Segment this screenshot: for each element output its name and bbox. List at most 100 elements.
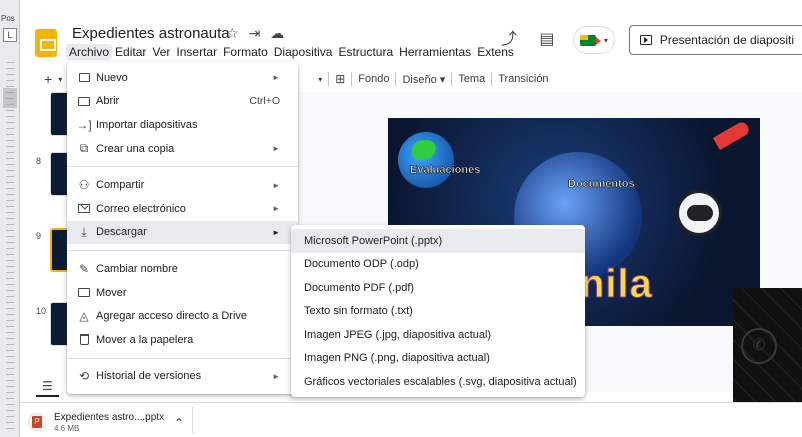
menu-item-abrir[interactable]: Abrir Ctrl+O	[67, 90, 298, 114]
menu-item-label: Agregar acceso directo a Drive	[96, 310, 248, 323]
menu-herramientas[interactable]: Herramientas	[396, 44, 474, 60]
layout-button[interactable]: Diseño ▾	[396, 73, 451, 86]
download-option-pdf[interactable]: Documento PDF (.pdf)	[291, 276, 585, 300]
slide-title-word[interactable]: nila	[580, 262, 653, 307]
theme-button[interactable]: Tema	[452, 73, 491, 85]
meet-button[interactable]: ▾	[572, 26, 615, 54]
menu-item-correo-electronico[interactable]: Correo electrónico ►	[67, 197, 298, 221]
activity-trend-icon[interactable]: ⤴	[497, 28, 521, 52]
transition-button[interactable]: Transición	[492, 73, 554, 85]
drive-shortcut-icon: ◬	[79, 309, 89, 324]
copy-icon: ⧉	[79, 141, 89, 156]
slide-text-documentos[interactable]: Documentos	[568, 178, 635, 191]
menu-item-label: Crear una copia	[96, 142, 175, 155]
menu-item-acceso-directo-drive[interactable]: ◬ Agregar acceso directo a Drive	[67, 304, 298, 328]
menu-editar[interactable]: Editar	[112, 44, 149, 60]
move-icon	[77, 286, 91, 300]
slides-logo-icon[interactable]	[35, 29, 57, 57]
ruler-pos-label: Pos	[1, 14, 15, 23]
mail-icon	[77, 202, 91, 216]
menu-ver[interactable]: Ver	[149, 44, 173, 60]
download-file-name: Expedientes astro....pptx	[54, 411, 165, 423]
menu-item-label: Compartir	[96, 179, 145, 192]
present-button[interactable]: Presentación de diapositi	[628, 25, 802, 55]
whatsapp-icon: ✆	[741, 328, 777, 364]
menu-item-label: Mover	[96, 286, 127, 299]
download-item[interactable]: Expedientes astro....pptx 4.6 MB ⌃	[28, 408, 200, 436]
menu-estructura[interactable]: Estructura	[335, 44, 396, 60]
submenu-arrow-icon: ►	[272, 180, 280, 190]
menu-item-label: Descargar	[96, 226, 147, 239]
menu-item-label: Cambiar nombre	[96, 262, 178, 275]
document-title[interactable]: Expedientes astronauta	[72, 25, 230, 42]
ruler-ticks	[6, 62, 14, 432]
menu-divider	[67, 250, 298, 252]
submenu-arrow-icon: ►	[272, 371, 280, 381]
menu-item-label: Historial de versiones	[96, 370, 202, 383]
ruler-tab-stop[interactable]: L	[3, 28, 17, 42]
comment-add-icon[interactable]: ⊞	[329, 72, 351, 86]
menu-item-crear-copia[interactable]: ⧉ Crear una copia ►	[67, 137, 298, 161]
menu-item-mover[interactable]: Mover	[67, 281, 298, 305]
rocket-image[interactable]	[712, 119, 752, 151]
background-button[interactable]: Fondo	[352, 73, 395, 85]
menu-item-label: Importar diapositivas	[96, 118, 198, 131]
list-view-icon[interactable]: ☰	[36, 379, 59, 397]
submenu-arrow-icon: ►	[272, 227, 280, 237]
download-option-png[interactable]: Imagen PNG (.png, diapositiva actual)	[291, 347, 585, 371]
history-icon: ⟲	[78, 369, 90, 384]
download-option-odp[interactable]: Documento ODP (.odp)	[291, 253, 585, 277]
line-caret-icon[interactable]: ▾	[312, 75, 328, 84]
submenu-arrow-icon: ►	[272, 144, 280, 154]
download-option-svg[interactable]: Gráficos vectoriales escalables (.svg, d…	[291, 370, 585, 394]
slide-number: 8	[36, 156, 42, 166]
move-icon[interactable]: ⇥	[249, 25, 261, 42]
menu-item-label: Mover a la papelera	[96, 333, 194, 346]
menu-diapositiva[interactable]: Diapositiva	[271, 44, 336, 60]
vertical-ruler: Pos L	[0, 0, 20, 437]
slide-number: 10	[36, 306, 47, 316]
menu-divider	[67, 357, 298, 359]
new-slide-icon[interactable]: +	[38, 71, 58, 87]
slide-text-evaluaciones[interactable]: Evaluaciones	[410, 164, 481, 177]
download-divider	[192, 407, 193, 433]
new-slide-caret-icon[interactable]: ▾	[58, 75, 62, 84]
menu-divider	[67, 166, 298, 168]
download-bar: Expedientes astro....pptx 4.6 MB ⌃	[20, 402, 802, 437]
menu-archivo[interactable]: Archivo	[66, 44, 113, 60]
menu-item-importar-diapositivas[interactable]: →] Importar diapositivas	[67, 113, 298, 137]
download-icon: ⤓	[81, 224, 87, 239]
present-button-label: Presentación de diapositi	[659, 33, 794, 47]
descargar-submenu: Microsoft PowerPoint (.pptx) Documento O…	[291, 225, 585, 397]
submenu-arrow-icon: ►	[272, 204, 280, 214]
menu-item-historial-versiones[interactable]: ⟲ Historial de versiones ►	[67, 365, 298, 389]
download-option-pptx[interactable]: Microsoft PowerPoint (.pptx)	[291, 229, 585, 253]
trash-icon	[77, 333, 91, 347]
download-option-jpg[interactable]: Imagen JPEG (.jpg, diapositiva actual)	[291, 323, 585, 347]
download-file-size: 4.6 MB	[54, 423, 80, 433]
submenu-arrow-icon: ►	[272, 73, 280, 83]
download-option-txt[interactable]: Texto sin formato (.txt)	[291, 300, 585, 324]
comments-icon[interactable]: ▤	[535, 28, 559, 52]
title-actions: ☆ ⇥ ☁	[226, 25, 284, 42]
menu-formato[interactable]: Formato	[220, 44, 271, 60]
meet-camera-icon	[579, 34, 601, 46]
menu-bar: Archivo Editar Ver Insertar Formato Diap…	[66, 44, 517, 60]
play-slideshow-icon	[639, 35, 652, 45]
shortcut-label: Ctrl+O	[249, 95, 280, 108]
chevron-up-icon[interactable]: ⌃	[174, 416, 184, 430]
archivo-menu: Nuevo ► Abrir Ctrl+O →] Importar diaposi…	[67, 62, 298, 394]
menu-item-compartir[interactable]: ⚇ Compartir ►	[67, 173, 298, 197]
menu-insertar[interactable]: Insertar	[173, 44, 220, 60]
cloud-status-icon[interactable]: ☁	[270, 25, 284, 42]
astronaut-image[interactable]	[676, 190, 722, 236]
earth-image[interactable]	[398, 132, 454, 188]
menu-item-label: Abrir	[96, 95, 120, 108]
star-icon[interactable]: ☆	[226, 25, 239, 42]
pptx-file-icon	[28, 413, 46, 431]
menu-item-cambiar-nombre[interactable]: ✎ Cambiar nombre	[67, 257, 298, 281]
share-icon: ⚇	[78, 178, 90, 193]
menu-item-descargar[interactable]: ⤓ Descargar ►	[67, 220, 298, 245]
menu-item-nuevo[interactable]: Nuevo ►	[67, 66, 298, 90]
menu-item-mover-papelera[interactable]: Mover a la papelera	[67, 328, 298, 352]
